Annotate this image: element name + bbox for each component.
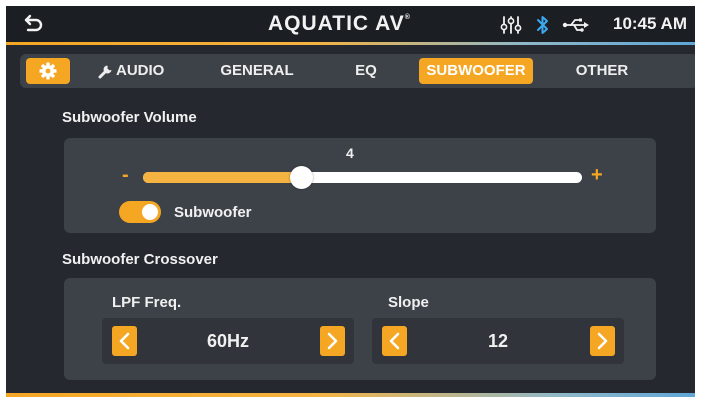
back-icon[interactable] <box>22 13 44 35</box>
head-unit-screen: AQUATIC AV® 10:45 AM AUDIO GENERAL EQ SU… <box>6 6 695 397</box>
slope-value: 12 <box>487 331 509 351</box>
subwoofer-toggle[interactable] <box>119 201 161 223</box>
slope-label: Slope <box>388 294 429 311</box>
chevron-right-icon <box>327 332 338 350</box>
volume-slider-fill <box>143 172 301 183</box>
lpf-freq-value: 60Hz <box>206 331 250 351</box>
slope-stepper: 12 <box>372 318 624 364</box>
volume-increase-button[interactable]: + <box>591 164 603 187</box>
settings-tab-bar: AUDIO GENERAL EQ SUBWOOFER OTHER <box>20 54 695 88</box>
tab-subwoofer[interactable]: SUBWOOFER <box>419 58 533 84</box>
lpf-freq-label: LPF Freq. <box>112 294 182 311</box>
lpf-increase-button[interactable] <box>320 326 345 356</box>
tab-audio-label: AUDIO <box>116 62 165 79</box>
slope-increase-button[interactable] <box>590 326 615 356</box>
volume-slider[interactable] <box>143 166 582 189</box>
brand-logo: AQUATIC AV® <box>268 12 411 35</box>
tab-eq[interactable]: EQ <box>341 58 391 84</box>
volume-decrease-button[interactable]: - <box>122 164 129 187</box>
subwoofer-toggle-label: Subwoofer <box>174 204 252 221</box>
section-title-crossover: Subwoofer Crossover <box>62 251 218 268</box>
wrench-icon <box>98 65 112 79</box>
lpf-freq-stepper: 60Hz <box>102 318 354 364</box>
tab-settings[interactable] <box>26 58 70 84</box>
tab-other[interactable]: OTHER <box>561 58 643 84</box>
tab-general[interactable]: GENERAL <box>207 58 307 84</box>
clock: 10:45 AM <box>612 14 687 33</box>
equalizer-sliders-icon[interactable] <box>500 15 522 35</box>
volume-slider-thumb[interactable] <box>290 166 313 189</box>
bluetooth-icon[interactable] <box>536 15 550 35</box>
section-title-volume: Subwoofer Volume <box>62 109 197 126</box>
accent-divider-bottom <box>6 393 695 397</box>
status-bar: AQUATIC AV® 10:45 AM <box>6 6 695 42</box>
chevron-right-icon <box>597 332 608 350</box>
accent-divider <box>6 42 695 45</box>
volume-value: 4 <box>346 145 354 161</box>
toggle-knob <box>142 204 158 220</box>
gear-icon <box>39 62 57 80</box>
usb-icon[interactable] <box>562 17 590 33</box>
tab-audio[interactable]: AUDIO <box>96 58 184 84</box>
